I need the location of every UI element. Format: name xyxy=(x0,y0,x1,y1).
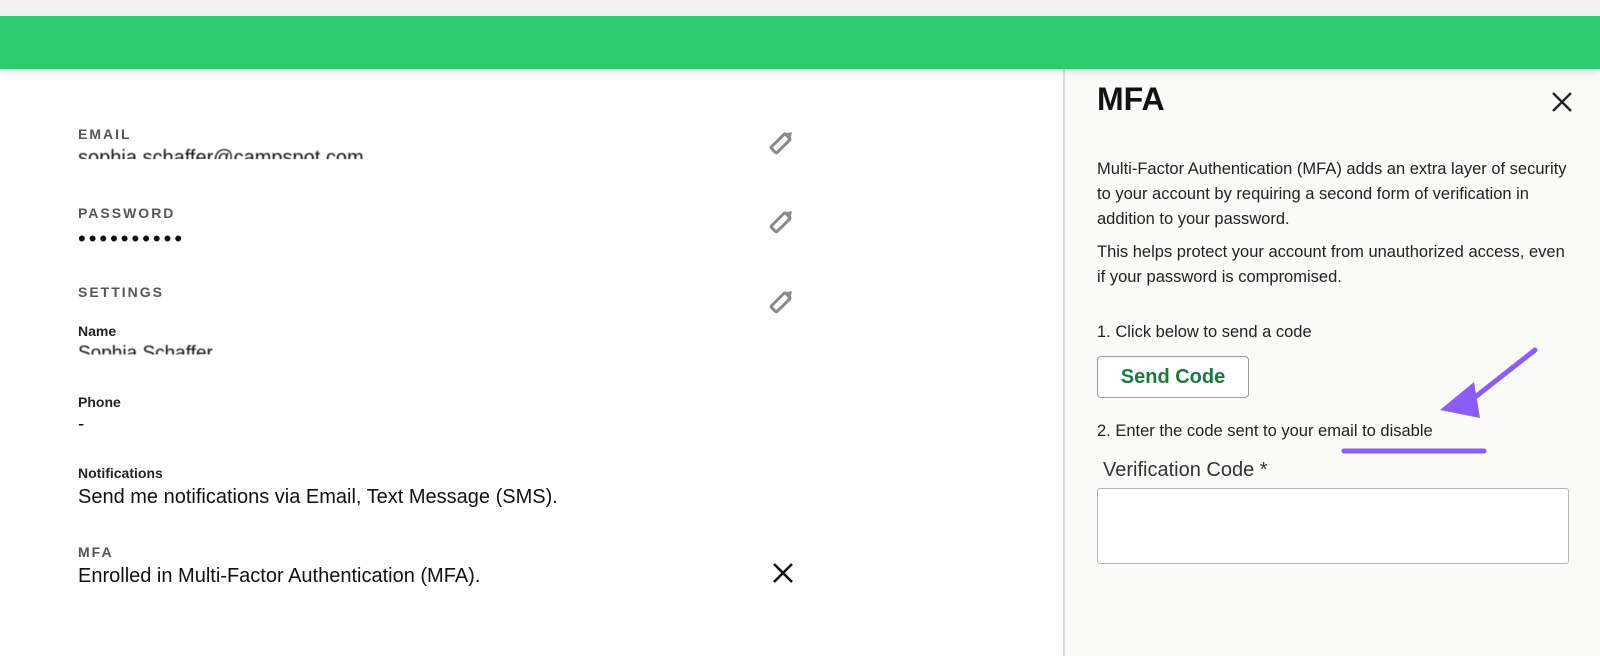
verification-code-input[interactable] xyxy=(1097,488,1569,564)
edit-settings-button[interactable] xyxy=(766,285,798,317)
pencil-icon xyxy=(769,211,792,234)
close-panel-button[interactable] xyxy=(1549,89,1575,115)
name-label: Name xyxy=(78,323,117,339)
email-label: EMAIL xyxy=(78,126,132,142)
phone-value: - xyxy=(78,414,85,435)
password-label: PASSWORD xyxy=(78,205,176,221)
mfa-protection-note: This helps protect your account from una… xyxy=(1097,243,1565,286)
close-icon xyxy=(1552,92,1572,112)
disable-mfa-button[interactable] xyxy=(770,560,796,586)
pencil-icon xyxy=(769,132,792,155)
header-bar xyxy=(0,16,1600,69)
phone-label: Phone xyxy=(78,394,121,410)
mfa-panel: MFA Multi-Factor Authentication (MFA) ad… xyxy=(1063,69,1600,656)
mfa-value: Enrolled in Multi-Factor Authentication … xyxy=(78,565,481,587)
step-two-text: 2. Enter the code sent to your email to … xyxy=(1097,422,1433,440)
email-value-text: sophia.schaffer@campspot.com xyxy=(78,147,364,169)
notifications-value: Send me notifications via Email, Text Me… xyxy=(78,486,558,508)
panel-title: MFA xyxy=(1097,81,1165,117)
pencil-icon xyxy=(769,291,792,314)
password-value: •••••••••• xyxy=(78,226,186,251)
email-value: sophia.schaffer@campspot.com xyxy=(78,147,364,170)
send-code-button[interactable]: Send Code xyxy=(1097,356,1249,398)
name-value-text: Sophia Schaffer xyxy=(78,343,213,364)
browser-top-strip xyxy=(0,0,1600,16)
name-value: Sophia Schaffer xyxy=(78,343,213,365)
account-details: EMAIL sophia.schaffer@campspot.com PASSW… xyxy=(0,69,1063,656)
edit-email-button[interactable] xyxy=(766,126,798,158)
verification-code-label: Verification Code * xyxy=(1103,459,1268,481)
close-icon xyxy=(773,563,793,583)
settings-label: SETTINGS xyxy=(78,284,165,300)
edit-password-button[interactable] xyxy=(766,205,798,237)
mfa-description: Multi-Factor Authentication (MFA) adds a… xyxy=(1097,160,1567,228)
mfa-label: MFA xyxy=(78,544,114,560)
notifications-label: Notifications xyxy=(78,465,163,481)
step-one-text: 1. Click below to send a code xyxy=(1097,323,1312,341)
